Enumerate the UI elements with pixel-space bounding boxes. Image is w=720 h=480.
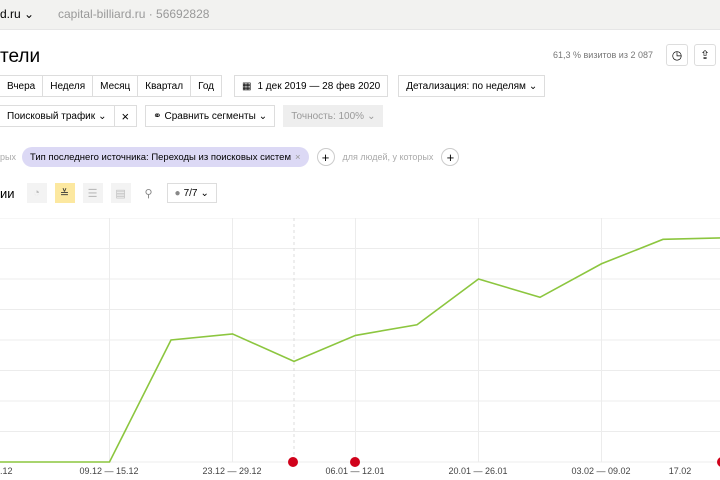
close-icon: × [121, 108, 130, 124]
add-people-filter-button[interactable]: + [441, 148, 460, 166]
date-range-label: 1 дек 2019 — 28 фев 2020 [257, 80, 381, 92]
x-tick-label: 17.02 [669, 466, 692, 476]
accuracy-select[interactable]: Точность: 100% ⌄ [283, 105, 384, 127]
detail-label: Детализация: по неделям [406, 80, 526, 92]
chevron-down-icon: ⌄ [367, 110, 376, 122]
detail-select[interactable]: Детализация: по неделям ⌄ [398, 75, 546, 97]
chevron-down-icon: ⌄ [98, 110, 107, 122]
filter-prefix: рых [0, 152, 16, 162]
page-title: тели [0, 46, 41, 67]
plus-icon: + [321, 149, 330, 165]
x-tick-label: 09.12 — 15.12 [79, 466, 138, 476]
clock-icon: ◷ [671, 48, 683, 62]
segment-label: Поисковый трафик [7, 110, 96, 122]
chevron-down-icon: ⌄ [200, 187, 209, 199]
plus-icon: + [446, 149, 455, 165]
series-count: 7/7 [183, 187, 198, 199]
map-pin-icon[interactable]: ⚲ [139, 183, 159, 203]
x-tick-label: 06.01 — 12.01 [325, 466, 384, 476]
export-button[interactable]: ⇪ [694, 44, 716, 66]
pie-chart-icon[interactable]: ◔ [26, 183, 47, 203]
top-bar: d.ru ⌄ capital-billiard.ru · 56692828 [0, 0, 720, 30]
stacked-chart-icon[interactable]: ☰ [82, 183, 103, 203]
line-chart-icon[interactable]: ≚ [54, 183, 75, 203]
line-chart: .12 09.12 — 15.12 23.12 — 29.12 06.01 — 12.… [0, 218, 720, 476]
history-button[interactable]: ◷ [666, 44, 688, 66]
chevron-down-icon: ⌄ [528, 80, 538, 92]
bar-chart-icon[interactable]: ▤ [110, 183, 131, 203]
upload-icon: ⇪ [699, 48, 711, 62]
series-select[interactable]: ● 7/7 ⌄ [166, 183, 217, 203]
chart-section-label: ии [0, 185, 15, 201]
x-tick-label: 03.02 — 09.02 [571, 466, 630, 476]
site-name: d.ru [0, 7, 21, 21]
binoculars-icon: ⚭ [153, 110, 162, 122]
x-tick-label: 20.01 — 26.01 [448, 466, 507, 476]
calendar-icon: ▦ [242, 80, 252, 92]
segment-select[interactable]: Поисковый трафик ⌄ [0, 105, 115, 127]
comment-icon: ● [174, 187, 181, 199]
period-buttons: Вчера Неделя Месяц Квартал Год [0, 75, 223, 97]
period-quarter[interactable]: Квартал [138, 75, 192, 97]
people-filter-label: для людей, у которых [342, 152, 434, 162]
clear-segment-button[interactable]: × [114, 105, 138, 127]
date-range-picker[interactable]: ▦ 1 дек 2019 — 28 фев 2020 [234, 75, 389, 97]
counter-id: capital-billiard.ru · 56692828 [58, 7, 210, 21]
site-selector[interactable]: d.ru ⌄ [0, 7, 34, 21]
period-week[interactable]: Неделя [43, 75, 94, 97]
sampling-info: 61,3 % визитов из 2 087 [553, 50, 653, 60]
close-icon[interactable]: × [295, 152, 301, 163]
period-yesterday[interactable]: Вчера [0, 75, 44, 97]
period-month[interactable]: Месяц [93, 75, 139, 97]
series-line [0, 237, 720, 463]
period-year[interactable]: Год [191, 75, 223, 97]
chevron-down-icon: ⌄ [24, 7, 35, 21]
accuracy-label: Точность: 100% [291, 110, 365, 122]
chevron-down-icon: ⌄ [258, 110, 268, 122]
compare-segments-button[interactable]: ⚭ Сравнить сегменты ⌄ [145, 105, 276, 127]
add-filter-button[interactable]: + [316, 148, 335, 166]
annotation-marker-icon [350, 457, 360, 467]
annotation-marker-icon [288, 457, 298, 467]
x-tick-label: 23.12 — 29.12 [202, 466, 261, 476]
x-tick-label: .12 [0, 466, 13, 476]
filter-chip[interactable]: Тип последнего источника: Переходы из по… [21, 147, 309, 167]
compare-label: Сравнить сегменты [164, 110, 256, 122]
filter-chip-label: Тип последнего источника: Переходы из по… [29, 151, 291, 163]
